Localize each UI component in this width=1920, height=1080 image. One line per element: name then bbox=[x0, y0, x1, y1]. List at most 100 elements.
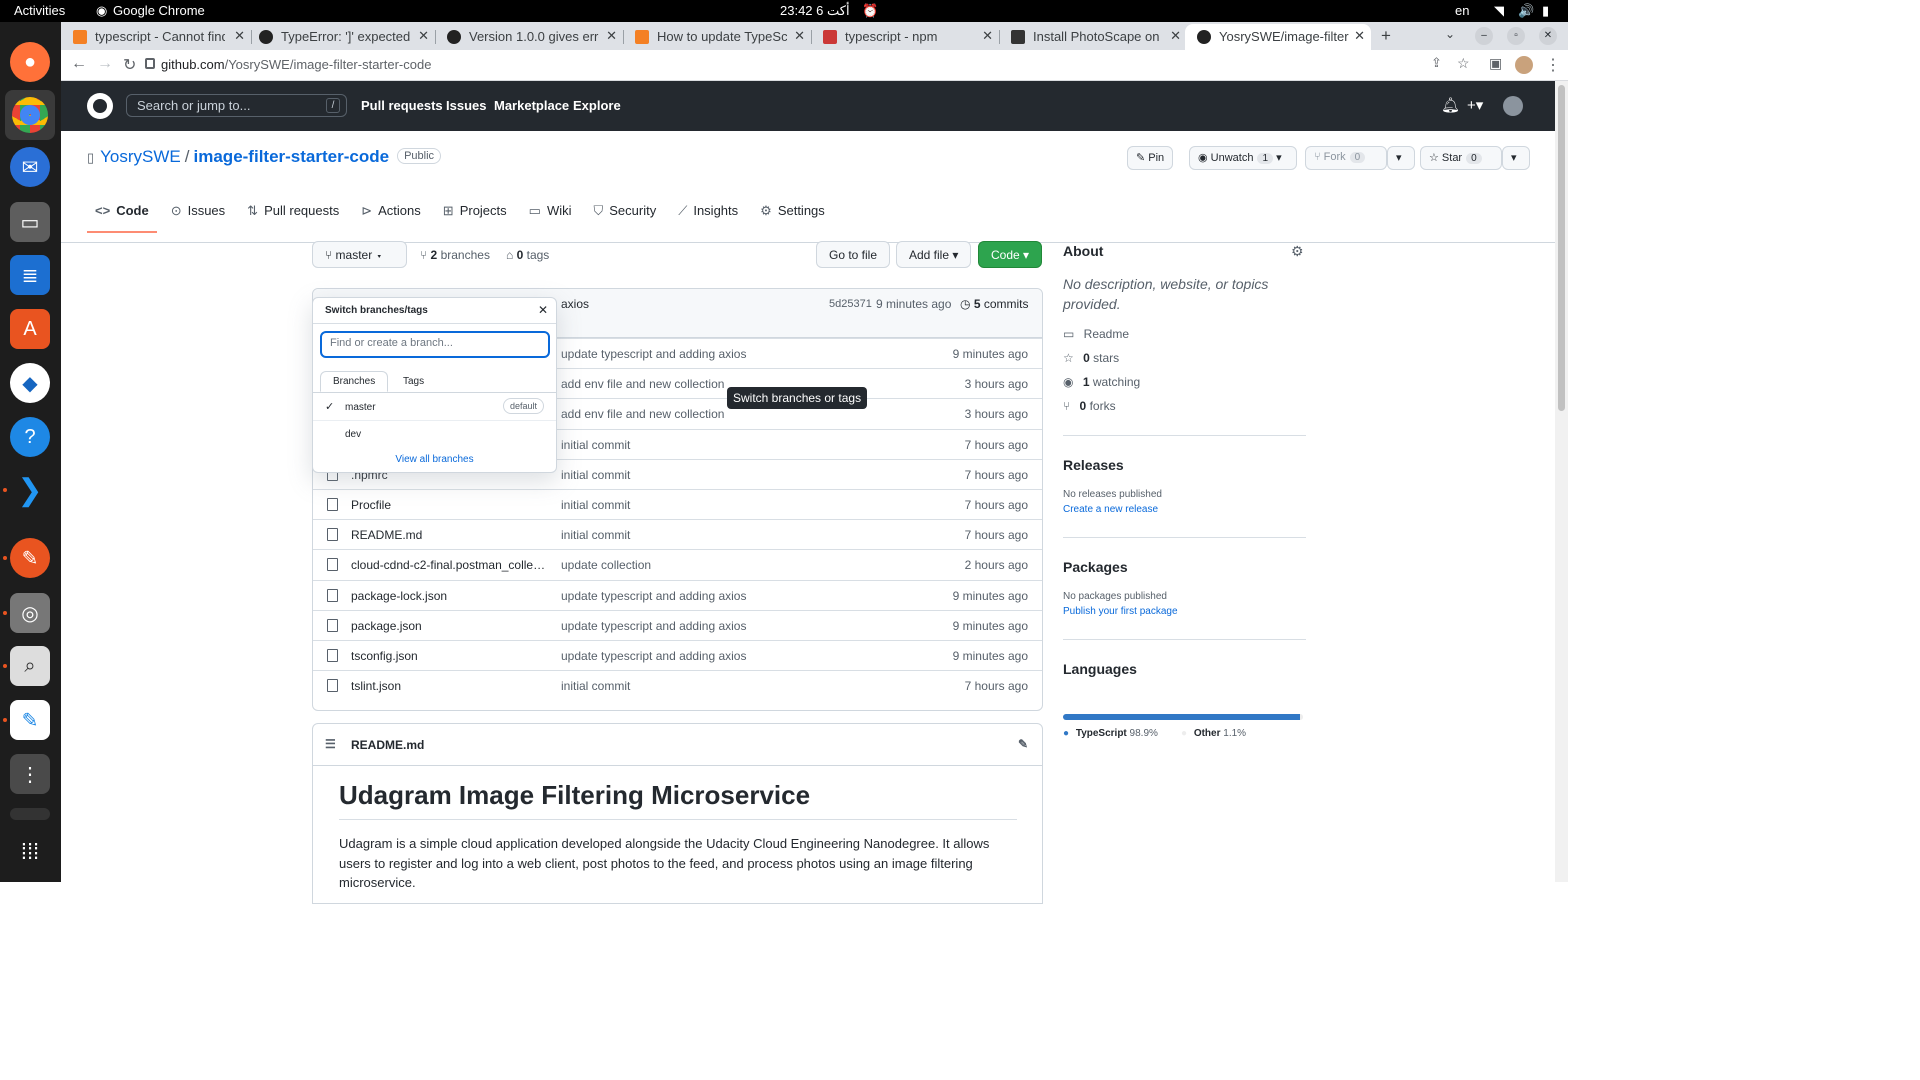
bookmark-star-icon[interactable]: ☆ bbox=[1457, 55, 1470, 72]
activities-button[interactable]: Activities bbox=[14, 3, 65, 18]
close-tab-icon[interactable]: ✕ bbox=[982, 28, 993, 44]
address-bar[interactable]: github.com/YosrySWE/image-filter-starter… bbox=[161, 57, 431, 72]
file-commit-message[interactable]: update typescript and adding axios bbox=[561, 347, 746, 361]
software-center-icon[interactable]: A bbox=[10, 309, 50, 349]
page-scrollbar[interactable] bbox=[1555, 81, 1568, 882]
file-name-link[interactable]: package.json bbox=[351, 619, 547, 633]
new-tab-icon[interactable]: + bbox=[1381, 26, 1391, 46]
file-row[interactable]: package-lock.json update typescript and a… bbox=[313, 579, 1042, 610]
share-icon[interactable]: ⇪ bbox=[1431, 55, 1442, 71]
browser-tab[interactable]: Install PhotoScape on Li ✕ bbox=[999, 24, 1187, 50]
pin-button[interactable]: ✎ Pin bbox=[1127, 146, 1174, 170]
thunderbird-icon[interactable]: ✉ bbox=[10, 147, 50, 187]
tab-pull-requests[interactable]: ⇅ Pull requests bbox=[239, 193, 347, 233]
close-tab-icon[interactable]: ✕ bbox=[606, 28, 617, 44]
forks-link[interactable]: ⑂ 0 forks bbox=[1063, 399, 1116, 413]
nav-issues[interactable]: Issues bbox=[446, 98, 486, 113]
nav-explore[interactable]: Explore bbox=[573, 98, 621, 113]
branch-select-button[interactable]: ⑂ master ▾ bbox=[312, 241, 407, 268]
file-row[interactable]: cloud-cdnd-c2-final.postman_collecti... u… bbox=[313, 549, 1042, 579]
repo-owner-link[interactable]: YosrySWE bbox=[100, 147, 181, 166]
file-commit-message[interactable]: initial commit bbox=[561, 498, 630, 512]
android-studio-icon[interactable]: ◆ bbox=[10, 363, 50, 403]
list-icon[interactable]: ☰ bbox=[325, 737, 336, 751]
unwatch-button[interactable]: ◉ Unwatch 1 ▾ bbox=[1189, 146, 1297, 170]
chrome-icon[interactable] bbox=[5, 90, 55, 140]
browser-tab[interactable]: TypeError: ']' expected (✕ bbox=[247, 24, 435, 50]
file-row[interactable]: Procfile initial commit 7 hours ago bbox=[313, 489, 1042, 519]
language-typescript[interactable]: ● TypeScript 98.9% bbox=[1063, 728, 1158, 739]
writer-icon[interactable]: ≣ bbox=[10, 255, 50, 295]
file-commit-message[interactable]: initial commit bbox=[561, 468, 630, 482]
commits-link[interactable]: ◷ 5 commits bbox=[960, 297, 1029, 311]
stars-link[interactable]: ☆ 0 stars bbox=[1063, 351, 1119, 365]
releases-heading[interactable]: Releases bbox=[1063, 457, 1124, 473]
browser-tab[interactable]: typescript - Cannot find ✕ bbox=[61, 24, 251, 50]
file-name-link[interactable]: package-lock.json bbox=[351, 589, 547, 603]
tab-actions[interactable]: ⊳ Actions bbox=[353, 193, 429, 233]
file-row[interactable]: tslint.json initial commit 7 hours ago bbox=[313, 670, 1042, 700]
branch-item-dev[interactable]: dev bbox=[313, 421, 556, 448]
nav-pull-requests[interactable]: Pull requests bbox=[361, 98, 443, 113]
search-input[interactable]: Search or jump to... / bbox=[126, 94, 347, 117]
fork-button[interactable]: ⑂ Fork 0 bbox=[1305, 146, 1387, 170]
code-button[interactable]: Code ▾ bbox=[978, 241, 1043, 268]
battery-icon[interactable]: ▮ bbox=[1542, 3, 1549, 19]
file-name-link[interactable]: tsconfig.json bbox=[351, 649, 547, 663]
add-file-button[interactable]: Add file ▾ bbox=[896, 241, 972, 268]
file-name-link[interactable]: Procfile bbox=[351, 498, 547, 512]
close-tab-icon[interactable]: ✕ bbox=[418, 28, 429, 44]
branch-item-master[interactable]: ✓ master default bbox=[313, 394, 556, 421]
go-to-file-button[interactable]: Go to file bbox=[816, 241, 891, 268]
gear-icon[interactable]: ⚙ bbox=[1291, 243, 1304, 260]
github-logo-icon[interactable] bbox=[87, 93, 113, 119]
view-all-branches-link[interactable]: View all branches bbox=[313, 454, 556, 465]
language-other[interactable]: ● Other 1.1% bbox=[1181, 728, 1246, 739]
file-name-link[interactable]: cloud-cdnd-c2-final.postman_collecti... bbox=[351, 558, 547, 572]
browser-tab-active[interactable]: YosrySWE/image-filter- ✕ bbox=[1185, 24, 1371, 50]
terminal-icon[interactable]: ⋮ bbox=[10, 754, 50, 794]
close-icon[interactable]: ✕ bbox=[538, 303, 548, 317]
wifi-icon[interactable]: ◥ bbox=[1494, 3, 1504, 19]
forward-icon[interactable]: → bbox=[97, 55, 113, 73]
menu-icon[interactable]: ⋮ bbox=[1545, 55, 1561, 75]
maximize-icon[interactable]: ▫ bbox=[1507, 27, 1525, 45]
file-row[interactable]: README.md initial commit 7 hours ago bbox=[313, 519, 1042, 549]
scrollbar-thumb[interactable] bbox=[1558, 85, 1565, 411]
minimize-icon[interactable]: – bbox=[1475, 27, 1493, 45]
create-new-plus-icon[interactable]: +▾ bbox=[1467, 96, 1483, 114]
packages-heading[interactable]: Packages bbox=[1063, 559, 1128, 575]
branches-link[interactable]: ⑂ 2 branches bbox=[420, 248, 490, 262]
lock-icon[interactable] bbox=[145, 58, 155, 69]
close-tab-icon[interactable]: ✕ bbox=[234, 28, 245, 44]
star-button[interactable]: ☆ Star 0 bbox=[1420, 146, 1502, 170]
close-tab-icon[interactable]: ✕ bbox=[794, 28, 805, 44]
tab-settings[interactable]: ⚙ Settings bbox=[752, 193, 833, 233]
browser-tab[interactable]: How to update TypeScri ✕ bbox=[623, 24, 811, 50]
text-editor-icon[interactable]: ✎ bbox=[10, 700, 50, 740]
file-commit-message[interactable]: initial commit bbox=[561, 528, 630, 542]
screenshot-icon[interactable]: ⌕ bbox=[10, 646, 50, 686]
trash-icon[interactable] bbox=[10, 808, 50, 820]
browser-tab[interactable]: Version 1.0.0 gives error ✕ bbox=[435, 24, 623, 50]
photoscape-icon[interactable]: ✎ bbox=[10, 538, 50, 578]
file-name-link[interactable]: tslint.json bbox=[351, 679, 547, 693]
tab-projects[interactable]: ⊞ Projects bbox=[435, 193, 515, 233]
close-window-icon[interactable]: ✕ bbox=[1539, 27, 1557, 45]
browser-tab[interactable]: typescript - npm ✕ bbox=[811, 24, 999, 50]
branch-filter-input[interactable]: Find or create a branch... bbox=[320, 331, 550, 358]
side-panel-icon[interactable]: ▣ bbox=[1489, 55, 1502, 72]
file-commit-message[interactable]: update collection bbox=[561, 558, 651, 572]
tags-link[interactable]: ⌂ 0 tags bbox=[506, 248, 549, 262]
file-commit-message[interactable]: initial commit bbox=[561, 438, 630, 452]
user-avatar[interactable] bbox=[1503, 96, 1523, 116]
files-icon[interactable]: ▭ bbox=[10, 202, 50, 242]
file-commit-message[interactable]: add env file and new collection bbox=[561, 407, 724, 421]
tab-wiki[interactable]: ▭ Wiki bbox=[521, 193, 580, 233]
tab-issues[interactable]: ⊙ Issues bbox=[163, 193, 233, 233]
reload-icon[interactable]: ↻ bbox=[123, 55, 136, 75]
file-row[interactable]: tsconfig.json update typescript and addin… bbox=[313, 640, 1042, 670]
tab-insights[interactable]: ⟋ Insights bbox=[670, 193, 746, 233]
file-commit-message[interactable]: update typescript and adding axios bbox=[561, 649, 746, 663]
back-icon[interactable]: ← bbox=[71, 55, 87, 73]
